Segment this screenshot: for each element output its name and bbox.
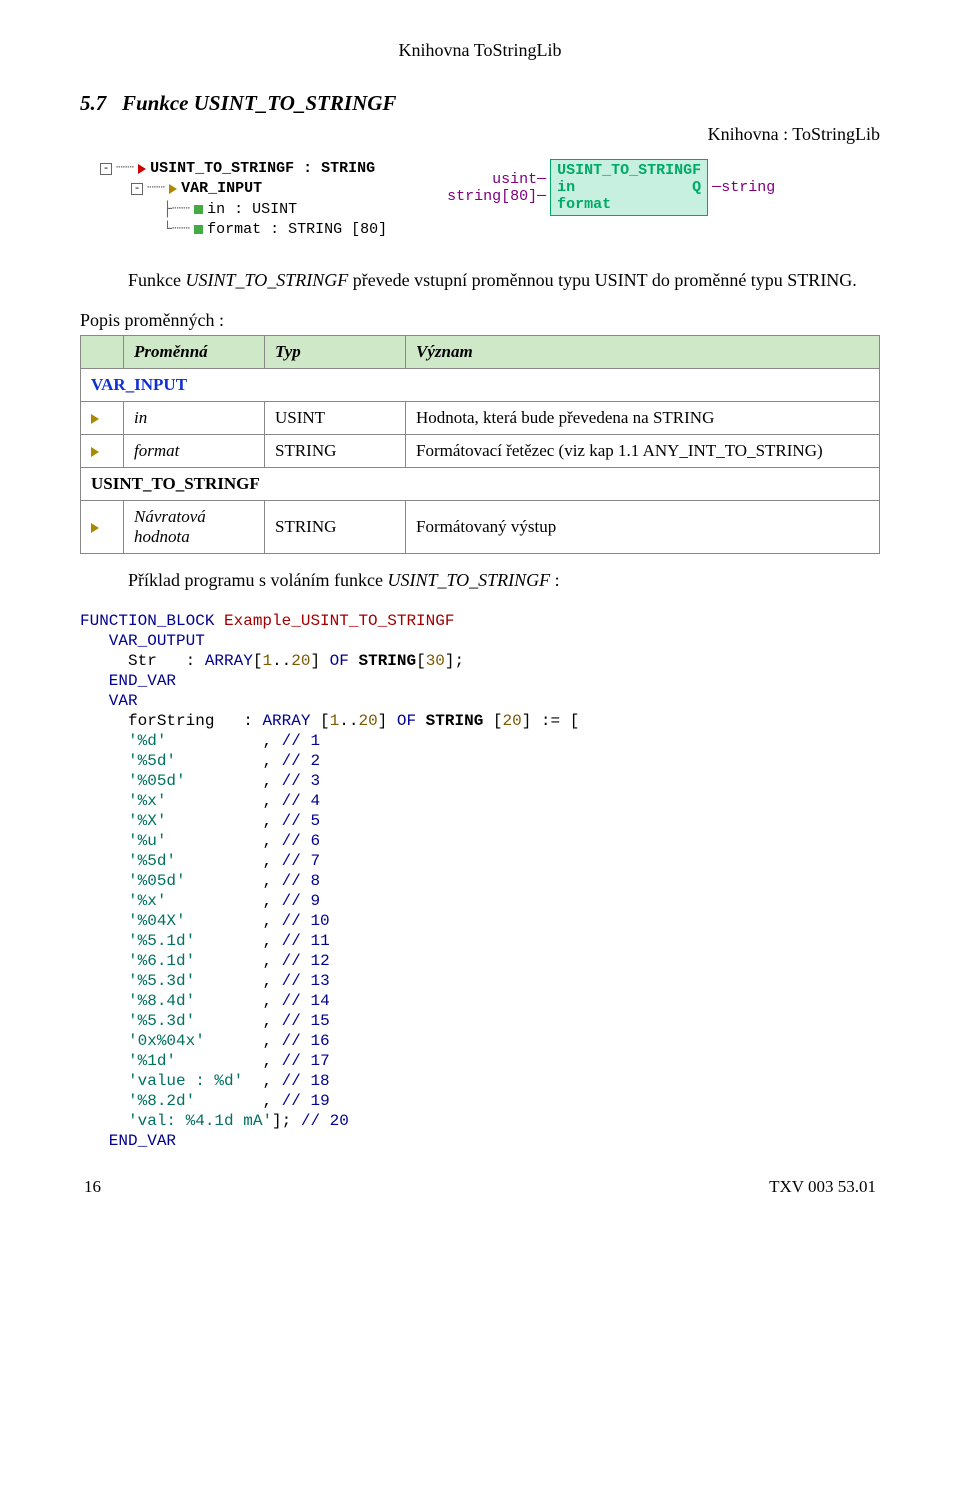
text: převede vstupní proměnnou typu USINT do … bbox=[348, 270, 857, 290]
fb-port-format: format bbox=[557, 196, 701, 213]
fb-left-in: usint bbox=[492, 171, 537, 188]
text-em: USINT_TO_STRINGF bbox=[186, 270, 349, 290]
var-group-icon bbox=[169, 184, 177, 194]
cell-desc: Formátovací řetězec (viz kap 1.1 ANY_INT… bbox=[406, 435, 880, 468]
tree-collapse-icon[interactable]: - bbox=[131, 183, 143, 195]
th-name: Proměnná bbox=[124, 336, 265, 369]
vars-caption: Popis proměnných : bbox=[80, 310, 880, 331]
cell-type: STRING bbox=[265, 501, 406, 554]
return-var-icon bbox=[91, 523, 99, 533]
input-var-icon bbox=[91, 414, 99, 424]
section-title: Funkce USINT_TO_STRINGF bbox=[122, 91, 396, 115]
tree-var-input: VAR_INPUT bbox=[181, 179, 262, 199]
text: : bbox=[550, 570, 560, 590]
doc-number: TXV 003 53.01 bbox=[769, 1177, 876, 1197]
text: Funkce bbox=[128, 270, 186, 290]
text-em: USINT_TO_STRINGF bbox=[387, 570, 550, 590]
section-heading: 5.7 Funkce USINT_TO_STRINGF bbox=[80, 91, 880, 116]
tree-in-decl: in : USINT bbox=[207, 200, 297, 220]
fb-title: USINT_TO_STRINGF bbox=[557, 162, 701, 179]
function-icon bbox=[138, 164, 146, 174]
page-number: 16 bbox=[84, 1177, 101, 1197]
code-block: FUNCTION_BLOCK Example_USINT_TO_STRINGF … bbox=[80, 611, 880, 1151]
tree-collapse-icon[interactable]: - bbox=[100, 163, 112, 175]
cell-type: STRING bbox=[265, 435, 406, 468]
function-block-diagram: usint─ string[80]─ USINT_TO_STRINGF in Q… bbox=[447, 159, 775, 216]
cell-type: USINT bbox=[265, 402, 406, 435]
variables-table: Proměnná Typ Význam VAR_INPUT in USINT H… bbox=[80, 335, 880, 554]
tree-fn-sig: USINT_TO_STRINGF : STRING bbox=[150, 159, 375, 179]
diagram-row: -┈┈ USINT_TO_STRINGF : STRING -┈┈ VAR_IN… bbox=[100, 159, 880, 240]
input-var-icon bbox=[91, 447, 99, 457]
section-number: 5.7 bbox=[80, 91, 106, 115]
library-label: Knihovna : ToStringLib bbox=[80, 124, 880, 145]
var-icon bbox=[194, 225, 203, 234]
tree-format-decl: format : STRING [80] bbox=[207, 220, 387, 240]
cell-name: Návratová hodnota bbox=[124, 501, 265, 554]
fb-port-q: Q bbox=[692, 179, 701, 196]
var-input-header: VAR_INPUT bbox=[81, 369, 880, 402]
running-header: Knihovna ToStringLib bbox=[80, 40, 880, 61]
var-icon bbox=[194, 205, 203, 214]
fb-port-in: in bbox=[557, 179, 575, 196]
table-row: Návratová hodnota STRING Formátovaný výs… bbox=[81, 501, 880, 554]
description-paragraph: Funkce USINT_TO_STRINGF převede vstupní … bbox=[80, 268, 880, 292]
th-icon bbox=[81, 336, 124, 369]
fb-left-format: string[80] bbox=[447, 188, 537, 205]
page-footer: 16 TXV 003 53.01 bbox=[80, 1177, 880, 1197]
th-desc: Význam bbox=[406, 336, 880, 369]
func-name-header: USINT_TO_STRINGF bbox=[81, 468, 880, 501]
cell-name: in bbox=[124, 402, 265, 435]
table-row: format STRING Formátovací řetězec (viz k… bbox=[81, 435, 880, 468]
cell-desc: Formátovaný výstup bbox=[406, 501, 880, 554]
th-type: Typ bbox=[265, 336, 406, 369]
cell-name: format bbox=[124, 435, 265, 468]
table-row: in USINT Hodnota, která bude převedena n… bbox=[81, 402, 880, 435]
cell-desc: Hodnota, která bude převedena na STRING bbox=[406, 402, 880, 435]
example-caption: Příklad programu s voláním funkce USINT_… bbox=[80, 568, 880, 592]
fb-out-type: string bbox=[721, 179, 775, 196]
declaration-tree: -┈┈ USINT_TO_STRINGF : STRING -┈┈ VAR_IN… bbox=[100, 159, 387, 240]
text: Příklad programu s voláním funkce bbox=[128, 570, 387, 590]
